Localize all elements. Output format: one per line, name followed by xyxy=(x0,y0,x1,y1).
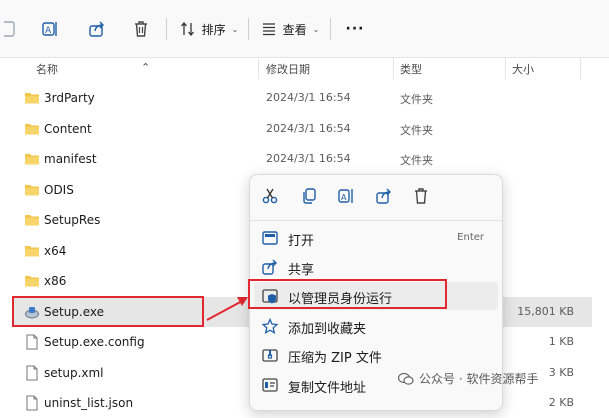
delete-button[interactable] xyxy=(126,14,156,44)
command-bar: A 排序 ⌄ 查看 ⌄ ··· xyxy=(0,0,609,58)
context-menu-divider xyxy=(250,220,502,221)
red-arrow-icon xyxy=(206,297,248,321)
menu-item-shortcut: Enter xyxy=(457,232,484,243)
file-row[interactable]: 3rdParty 2024/3/1 16:54 文件夹 xyxy=(14,83,592,113)
context-menu-quick-actions: A xyxy=(250,175,502,219)
menu-item-open[interactable]: 打开 Enter xyxy=(254,224,498,252)
folder-icon xyxy=(24,212,40,228)
file-modified: 2024/3/1 16:54 xyxy=(266,91,351,104)
file-row[interactable]: Content 2024/3/1 16:54 文件夹 xyxy=(14,114,592,144)
share-button[interactable] xyxy=(375,187,393,205)
column-divider[interactable] xyxy=(258,57,259,79)
folder-icon xyxy=(24,151,40,167)
file-modified: 2024/3/1 16:54 xyxy=(266,152,351,165)
header-type[interactable]: 类型 xyxy=(400,61,422,77)
delete-icon xyxy=(135,21,147,37)
highlight-box xyxy=(12,296,204,327)
menu-item-share[interactable]: 共享 xyxy=(254,253,498,281)
copy-icon xyxy=(303,188,316,204)
folder-icon xyxy=(24,243,40,259)
file-name: Setup.exe.config xyxy=(44,335,145,349)
file-size: 15,801 KB xyxy=(517,304,574,318)
delete-button[interactable] xyxy=(412,187,430,205)
sort-button[interactable]: 排序 ⌄ xyxy=(176,14,242,44)
chevron-down-icon: ⌄ xyxy=(312,24,320,34)
toolbar-separator xyxy=(248,18,249,40)
menu-item-label: 共享 xyxy=(288,263,315,278)
file-icon xyxy=(24,365,40,381)
file-type: 文件夹 xyxy=(400,123,433,137)
file-name: 3rdParty xyxy=(44,91,95,105)
file-name: setup.xml xyxy=(44,365,104,380)
watermark-text: 公众号 · 软件资源帮手 xyxy=(419,372,539,386)
open-icon xyxy=(262,231,278,245)
share-icon xyxy=(89,21,104,37)
highlight-box xyxy=(248,279,447,309)
sort-icon xyxy=(180,21,194,37)
folder-icon xyxy=(24,273,40,289)
copy-button[interactable] xyxy=(300,187,318,205)
watermark: 公众号 · 软件资源帮手 xyxy=(398,370,538,387)
file-name: ODIS xyxy=(44,182,74,197)
svg-text:A: A xyxy=(341,193,347,202)
share-button[interactable] xyxy=(82,14,112,44)
column-divider[interactable] xyxy=(580,57,581,79)
menu-item-label: 添加到收藏夹 xyxy=(288,322,367,337)
toolbar-separator xyxy=(166,18,167,40)
copy-path-icon xyxy=(262,378,278,392)
column-divider[interactable] xyxy=(393,57,394,79)
partial-toolbar-button[interactable] xyxy=(0,14,20,44)
cut-button[interactable] xyxy=(261,187,279,205)
share-icon xyxy=(262,259,277,275)
star-icon xyxy=(262,318,278,334)
folder-icon xyxy=(24,90,40,106)
chevron-down-icon: ⌄ xyxy=(231,24,239,34)
rename-icon: A xyxy=(42,22,57,36)
rename-icon: A xyxy=(338,189,353,203)
rename-button[interactable]: A xyxy=(36,14,66,44)
file-icon xyxy=(24,334,40,350)
rename-button[interactable]: A xyxy=(338,187,356,205)
file-name: manifest xyxy=(44,152,97,166)
more-options-button[interactable]: ··· xyxy=(340,14,370,44)
file-name: x64 xyxy=(44,243,67,258)
file-name: x86 xyxy=(44,274,67,288)
file-size: 3 KB xyxy=(548,365,574,379)
column-header: ⌃ 名称 修改日期 类型 大小 xyxy=(0,57,609,80)
sort-label: 排序 xyxy=(201,22,226,37)
header-modified[interactable]: 修改日期 xyxy=(266,61,310,77)
file-type: 文件夹 xyxy=(400,154,433,167)
file-name: SetupRes xyxy=(44,213,101,227)
menu-item-label: 打开 xyxy=(288,234,315,249)
file-modified: 2024/3/1 16:54 xyxy=(266,121,351,135)
share-icon xyxy=(376,188,391,204)
cut-icon xyxy=(262,188,278,204)
menu-item-compress-zip[interactable]: 压缩为 ZIP 文件 xyxy=(254,341,498,369)
view-label: 查看 xyxy=(282,22,307,37)
view-button[interactable]: 查看 ⌄ xyxy=(260,14,320,44)
column-divider[interactable] xyxy=(505,57,506,79)
file-size: 1 KB xyxy=(548,335,574,348)
wechat-icon xyxy=(398,372,414,385)
header-size[interactable]: 大小 xyxy=(512,61,534,77)
file-type: 文件夹 xyxy=(400,93,433,106)
menu-item-label: 复制文件地址 xyxy=(288,381,367,396)
delete-icon xyxy=(415,188,427,204)
folder-icon xyxy=(24,182,40,198)
svg-text:A: A xyxy=(45,26,52,36)
sort-ascending-icon: ⌃ xyxy=(141,61,151,74)
header-name[interactable]: 名称 xyxy=(36,61,58,77)
file-name: Content xyxy=(44,121,92,136)
file-row[interactable]: manifest 2024/3/1 16:54 文件夹 xyxy=(14,144,592,174)
zip-icon xyxy=(262,349,278,362)
toolbar-separator xyxy=(330,18,331,40)
menu-item-label: 压缩为 ZIP 文件 xyxy=(288,351,382,366)
view-icon xyxy=(262,23,275,36)
file-icon xyxy=(24,395,40,411)
menu-item-add-to-favorites[interactable]: 添加到收藏夹 xyxy=(254,312,498,340)
folder-icon xyxy=(24,121,40,137)
file-name: uninst_list.json xyxy=(44,396,134,410)
